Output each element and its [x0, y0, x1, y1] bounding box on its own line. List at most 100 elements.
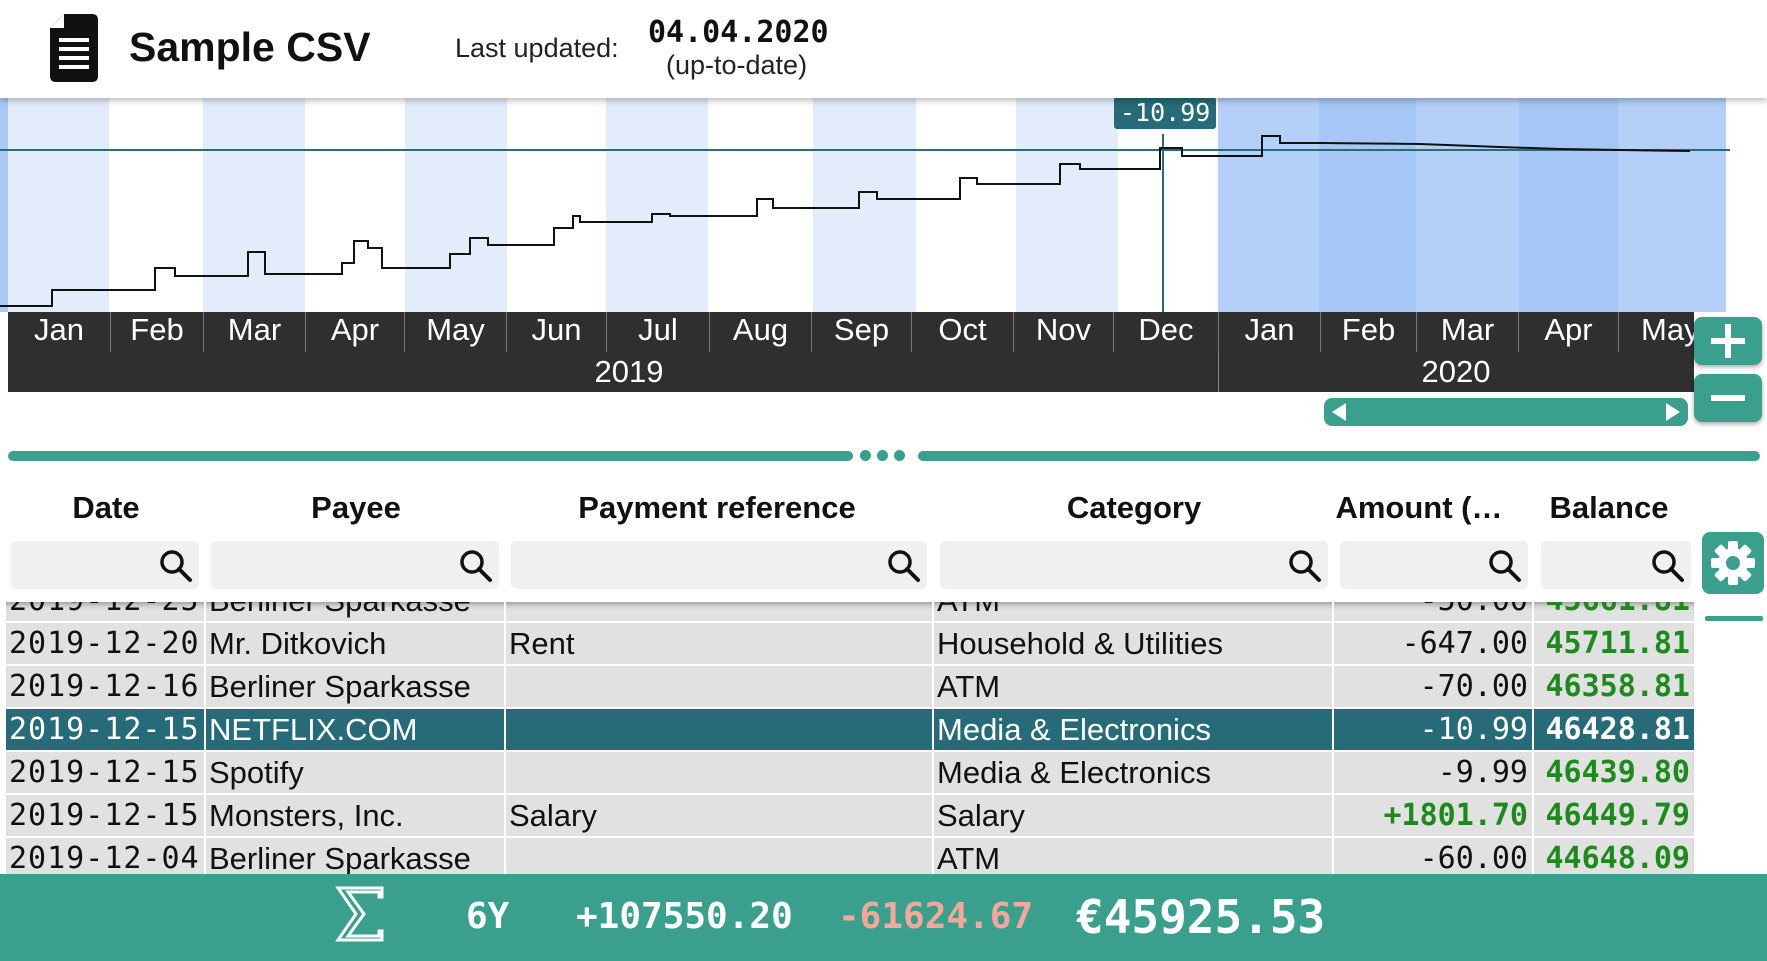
- cell-amount: -60.00: [1334, 838, 1534, 874]
- cell-reference: [506, 838, 934, 874]
- cell-date: 2019-12-15: [6, 709, 206, 750]
- table-row[interactable]: 2019-12-16 Berliner Sparkasse ATM -70.00…: [6, 666, 1694, 709]
- cell-amount: -9.99: [1334, 752, 1534, 793]
- zoom-out-button[interactable]: [1694, 374, 1762, 422]
- month-label[interactable]: Jan: [8, 312, 110, 352]
- month-label[interactable]: Nov: [1013, 312, 1113, 352]
- transactions-table[interactable]: 2019-12-25 Berliner Sparkasse ATM -50.00…: [6, 602, 1694, 874]
- cell-balance: 44648.09: [1545, 841, 1691, 874]
- table-row[interactable]: 2019-12-15 Monsters, Inc. Salary Salary …: [6, 795, 1694, 838]
- cell-payee: Berliner Sparkasse: [206, 838, 506, 874]
- column-header-balance[interactable]: Balance: [1534, 490, 1684, 526]
- year-label[interactable]: 2019: [8, 352, 1250, 392]
- splitter-handle-dot[interactable]: [877, 450, 888, 461]
- month-label[interactable]: Apr: [305, 312, 404, 352]
- month-label[interactable]: Jun: [506, 312, 606, 352]
- balance-filter-input[interactable]: [1541, 541, 1691, 589]
- month-label[interactable]: Sep: [811, 312, 911, 352]
- splitter-bar-right[interactable]: [918, 451, 1760, 461]
- plus-icon: [1711, 324, 1745, 358]
- table-row[interactable]: 2019-12-15 Spotify Media & Electronics -…: [6, 752, 1694, 795]
- month-label[interactable]: Jul: [606, 312, 709, 352]
- cell-payee: Monsters, Inc.: [206, 795, 506, 836]
- table-row[interactable]: 2019-12-20 Mr. Ditkovich Rent Household …: [6, 623, 1694, 666]
- month-label[interactable]: Oct: [911, 312, 1013, 352]
- page-title: Sample CSV: [129, 24, 371, 70]
- cell-reference: [506, 666, 934, 707]
- cell-reference: [506, 602, 934, 621]
- cell-date: 2019-12-25: [6, 602, 206, 621]
- column-header-amount[interactable]: Amount (…: [1334, 490, 1504, 526]
- timeline-axis[interactable]: Jan Feb Mar Apr May Jun Jul Aug Sep Oct …: [8, 312, 1694, 392]
- search-icon: [888, 550, 920, 582]
- timeline-scrollbar[interactable]: [1324, 398, 1688, 426]
- splitter-handle-dot[interactable]: [894, 450, 905, 461]
- date-filter-input[interactable]: [11, 541, 199, 589]
- month-label[interactable]: Apr: [1518, 312, 1618, 352]
- column-header-reference[interactable]: Payment reference: [506, 490, 928, 526]
- scroll-indicator[interactable]: [1705, 616, 1763, 621]
- year-label[interactable]: 2020: [1218, 352, 1694, 392]
- app-window: Sample CSV Last updated: 04.04.2020 (up-…: [0, 0, 1767, 961]
- cell-category: ATM: [934, 602, 1334, 621]
- cell-category: Media & Electronics: [934, 709, 1334, 750]
- month-label[interactable]: Dec: [1113, 312, 1218, 352]
- cell-category: ATM: [934, 666, 1334, 707]
- cell-date: 2019-12-20: [6, 623, 206, 664]
- table-row[interactable]: 2019-12-25 Berliner Sparkasse ATM -50.00…: [6, 602, 1694, 623]
- cell-category: Media & Electronics: [934, 752, 1334, 793]
- cell-date: 2019-12-15: [6, 752, 206, 793]
- cell-payee: Spotify: [206, 752, 506, 793]
- cell-payee: Berliner Sparkasse: [206, 666, 506, 707]
- balance-total: €45925.53: [1076, 890, 1326, 944]
- balance-chart[interactable]: [0, 98, 1730, 312]
- column-header-date[interactable]: Date: [6, 490, 206, 526]
- cell-category: Household & Utilities: [934, 623, 1334, 664]
- column-header-payee[interactable]: Payee: [206, 490, 506, 526]
- month-label[interactable]: Feb: [110, 312, 203, 352]
- table-row[interactable]: 2019-12-04 Berliner Sparkasse ATM -60.00…: [6, 838, 1694, 874]
- month-label[interactable]: Mar: [203, 312, 305, 352]
- column-header-category[interactable]: Category: [934, 490, 1334, 526]
- month-label[interactable]: May: [1618, 312, 1694, 352]
- payee-filter-input[interactable]: [211, 541, 499, 589]
- balance-chart-canvas[interactable]: [0, 98, 1730, 312]
- last-updated-date: 04.04.2020: [648, 15, 829, 50]
- cell-amount: -10.99: [1334, 709, 1534, 750]
- zoom-in-button[interactable]: [1694, 317, 1762, 365]
- table-row-selected[interactable]: 2019-12-15 NETFLIX.COM Media & Electroni…: [6, 709, 1694, 752]
- month-label[interactable]: Feb: [1320, 312, 1416, 352]
- last-updated-status: (up-to-date): [666, 50, 808, 80]
- cell-date: 2019-12-16: [6, 666, 206, 707]
- splitter-bar-left[interactable]: [8, 451, 853, 461]
- amount-filter-input[interactable]: [1340, 541, 1528, 589]
- search-icon: [460, 550, 492, 582]
- cell-balance: 45711.81: [1545, 626, 1691, 661]
- splitter-handle-dot[interactable]: [860, 450, 871, 461]
- cell-balance: 46358.81: [1545, 669, 1691, 704]
- scroll-left-icon: [1332, 403, 1346, 421]
- month-label[interactable]: Jan: [1218, 312, 1320, 352]
- sigma-icon[interactable]: [334, 884, 386, 944]
- scroll-right-icon: [1666, 403, 1680, 421]
- document-icon[interactable]: [50, 14, 98, 82]
- category-filter-input[interactable]: [940, 541, 1328, 589]
- month-label[interactable]: May: [404, 312, 506, 352]
- cell-category: Salary: [934, 795, 1334, 836]
- pane-splitter[interactable]: [0, 448, 1767, 464]
- month-label[interactable]: Mar: [1416, 312, 1518, 352]
- scroll-arrows: [1332, 403, 1680, 421]
- cell-balance: 45661.81: [1534, 602, 1694, 621]
- cell-date: 2019-12-04: [6, 838, 206, 874]
- search-icon: [1489, 550, 1521, 582]
- month-label[interactable]: Aug: [709, 312, 811, 352]
- period-selector[interactable]: 6Y: [466, 896, 509, 937]
- cell-reference: Salary: [506, 795, 934, 836]
- settings-button[interactable]: [1702, 532, 1764, 594]
- reference-filter-input[interactable]: [511, 541, 927, 589]
- cell-payee: Berliner Sparkasse: [206, 602, 506, 621]
- cell-amount: -647.00: [1334, 623, 1534, 664]
- cell-balance: 46428.81: [1545, 712, 1691, 747]
- minus-icon: [1711, 395, 1745, 401]
- cell-reference: Rent: [506, 623, 934, 664]
